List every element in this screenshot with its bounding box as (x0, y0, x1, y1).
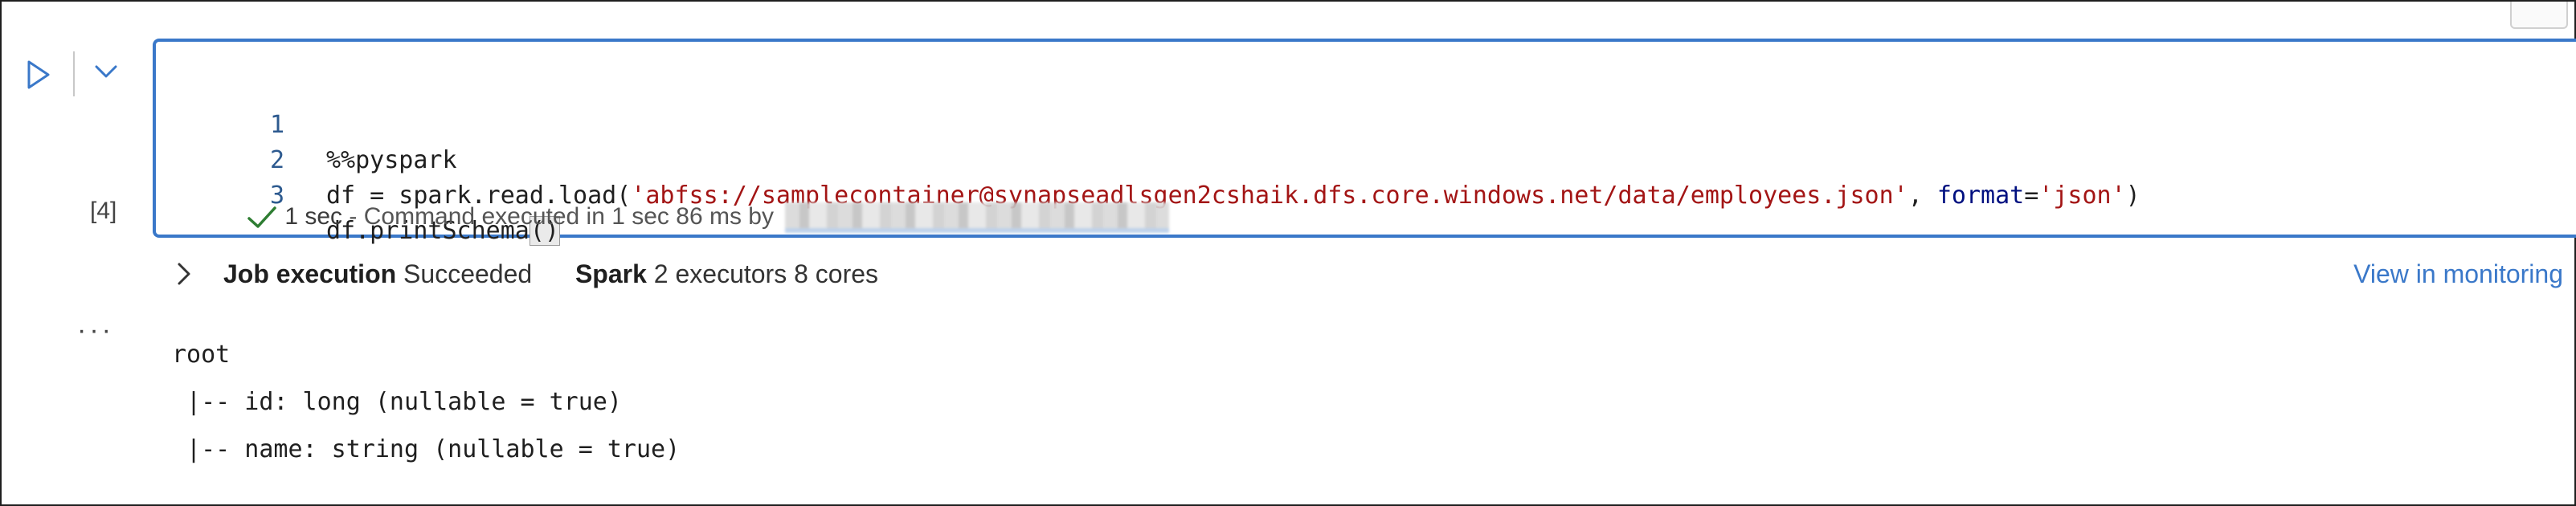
code-token: , (1907, 182, 1937, 210)
cell-toolbar-corner[interactable] (2510, 2, 2568, 29)
job-execution-label: Job execution (223, 259, 397, 288)
redacted-user-name (785, 202, 1170, 234)
string-token: 'json' (2038, 182, 2126, 210)
code-text: %%pyspark (326, 146, 457, 174)
code-token: ) (2125, 182, 2141, 210)
view-in-monitoring-link[interactable]: View in monitoring (2353, 255, 2563, 292)
line-number: 1 (269, 111, 284, 139)
code-line: 3 df.printSchema() (156, 143, 560, 246)
code-line: 1 %%pyspark (156, 72, 457, 174)
collapse-cell-button[interactable] (92, 59, 121, 84)
spark-label: Spark (574, 259, 647, 288)
code-cell[interactable]: 1 %%pyspark 2 df = spark.read.load('abfs… (153, 39, 2576, 246)
status-message: - Command executed in 1 sec 86 ms by (349, 203, 774, 230)
output-line: |-- id: long (nullable = true) (172, 388, 622, 416)
chevron-down-icon (95, 65, 117, 78)
gutter-divider (73, 51, 75, 96)
cell-gutter: [4] ··· (2, 2, 146, 504)
line-number: 2 (269, 146, 284, 174)
job-execution-state: Succeeded (403, 259, 533, 288)
job-execution-summary[interactable]: Job execution Succeeded Spark 2 executor… (223, 255, 878, 292)
chevron-right-icon[interactable] (174, 260, 194, 288)
cell-status: 1 sec - Command executed in 1 sec 86 ms … (246, 199, 1170, 235)
output-line: |-- name: string (nullable = true) (172, 435, 681, 463)
keyword-token: format (1936, 182, 2025, 210)
run-cell-button[interactable] (24, 58, 53, 92)
output-more-menu[interactable]: ··· (77, 316, 114, 344)
status-duration: 1 sec (284, 203, 343, 230)
code-line: 2 df = spark.read.load('abfss://sampleco… (156, 108, 2141, 210)
execution-count: [4] (90, 198, 117, 224)
notebook-page: [4] ··· 1 %%pyspark 2 df = spark.read.lo… (0, 0, 2576, 506)
cell-output: root |-- id: long (nullable = true) |-- … (172, 337, 680, 479)
checkmark-icon (247, 206, 276, 228)
spark-detail: 2 executors 8 cores (653, 259, 879, 288)
run-cell-icon (27, 60, 50, 89)
code-token: = (2024, 182, 2039, 210)
output-line: root (172, 341, 231, 369)
